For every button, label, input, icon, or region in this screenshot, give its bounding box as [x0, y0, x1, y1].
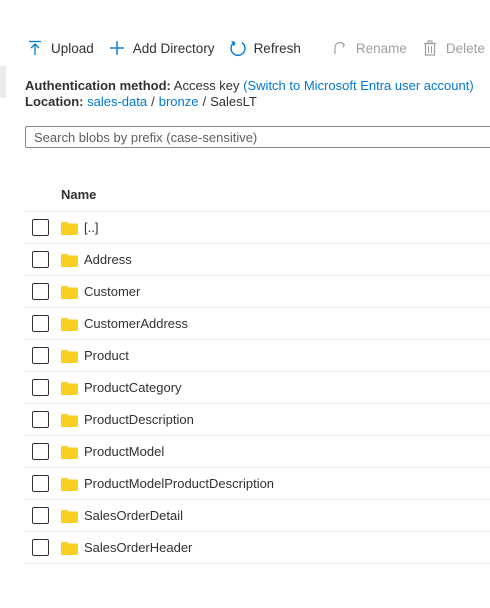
rename-icon — [331, 39, 349, 57]
row-checkbox[interactable] — [32, 507, 49, 524]
upload-label: Upload — [51, 40, 94, 56]
folder-name[interactable]: SalesOrderDetail — [84, 508, 183, 523]
location-label: Location: — [25, 94, 84, 109]
row-checkbox[interactable] — [32, 443, 49, 460]
toolbar: Upload Add Directory Refresh Rename Dele… — [26, 34, 490, 62]
refresh-icon — [229, 39, 247, 57]
rename-button[interactable]: Rename — [331, 34, 407, 62]
auth-method-row: Authentication method: Access key (Switc… — [25, 78, 474, 94]
row-checkbox[interactable] — [32, 539, 49, 556]
folder-icon — [61, 541, 78, 555]
left-accent-strip — [0, 66, 6, 98]
row-checkbox[interactable] — [32, 315, 49, 332]
table-row[interactable]: SalesOrderDetail — [25, 500, 490, 532]
breadcrumb-separator: / — [202, 94, 207, 109]
folder-name[interactable]: CustomerAddress — [84, 316, 188, 331]
folder-name[interactable]: ProductCategory — [84, 380, 182, 395]
folder-icon — [61, 381, 78, 395]
table-row[interactable]: CustomerAddress — [25, 308, 490, 340]
blob-browser: Upload Add Directory Refresh Rename Dele… — [0, 0, 490, 608]
add-directory-button[interactable]: Add Directory — [108, 34, 215, 62]
folder-icon — [61, 221, 78, 235]
row-checkbox[interactable] — [32, 251, 49, 268]
table-row[interactable]: [..] — [25, 212, 490, 244]
refresh-label: Refresh — [253, 40, 301, 56]
folder-name[interactable]: [..] — [84, 220, 98, 235]
folder-icon — [61, 509, 78, 523]
folder-icon — [61, 285, 78, 299]
row-checkbox[interactable] — [32, 219, 49, 236]
table-row[interactable]: Address — [25, 244, 490, 276]
table-row[interactable]: Customer — [25, 276, 490, 308]
breadcrumb-separator: / — [151, 94, 155, 109]
breadcrumb-folder[interactable]: bronze — [159, 94, 199, 109]
row-checkbox[interactable] — [32, 411, 49, 428]
table-row[interactable]: ProductModelProductDescription — [25, 468, 490, 500]
folder-icon — [61, 477, 78, 491]
plus-icon — [108, 39, 126, 57]
table-row[interactable]: SalesOrderHeader — [25, 532, 490, 564]
trash-icon — [421, 39, 439, 57]
row-checkbox[interactable] — [32, 347, 49, 364]
upload-icon — [26, 39, 44, 57]
row-checkbox[interactable] — [32, 475, 49, 492]
breadcrumb-current: SalesLT — [210, 94, 257, 109]
upload-button[interactable]: Upload — [26, 34, 94, 62]
folder-icon — [61, 445, 78, 459]
switch-auth-link[interactable]: (Switch to Microsoft Entra user account) — [243, 78, 473, 93]
folder-icon — [61, 253, 78, 267]
add-directory-label: Add Directory — [132, 40, 215, 56]
blob-info: Authentication method: Access key (Switc… — [25, 78, 474, 110]
location-row: Location: sales-data / bronze / SalesLT — [25, 94, 474, 110]
blob-table: Name [..] Address Customer CustomerAddress P… — [25, 178, 490, 564]
search-input[interactable] — [25, 126, 490, 148]
folder-name[interactable]: Customer — [84, 284, 140, 299]
table-row[interactable]: ProductModel — [25, 436, 490, 468]
breadcrumb-container[interactable]: sales-data — [87, 94, 147, 109]
folder-name[interactable]: SalesOrderHeader — [84, 540, 192, 555]
column-header-name[interactable]: Name — [25, 178, 490, 212]
refresh-button[interactable]: Refresh — [229, 34, 301, 62]
folder-name[interactable]: Product — [84, 348, 129, 363]
row-checkbox[interactable] — [32, 379, 49, 396]
folder-icon — [61, 317, 78, 331]
folder-name[interactable]: ProductModel — [84, 444, 164, 459]
delete-label: Delete — [445, 40, 485, 56]
folder-name[interactable]: Address — [84, 252, 132, 267]
row-checkbox[interactable] — [32, 283, 49, 300]
table-body: [..] Address Customer CustomerAddress Produc… — [25, 212, 490, 564]
folder-name[interactable]: ProductModelProductDescription — [84, 476, 274, 491]
table-row[interactable]: ProductCategory — [25, 372, 490, 404]
rename-label: Rename — [355, 40, 407, 56]
delete-button[interactable]: Delete — [421, 34, 485, 62]
table-row[interactable]: Product — [25, 340, 490, 372]
folder-icon — [61, 349, 78, 363]
folder-name[interactable]: ProductDescription — [84, 412, 194, 427]
folder-icon — [61, 413, 78, 427]
auth-method-label: Authentication method: — [25, 78, 171, 93]
table-row[interactable]: ProductDescription — [25, 404, 490, 436]
auth-method-value: Access key — [173, 78, 240, 93]
